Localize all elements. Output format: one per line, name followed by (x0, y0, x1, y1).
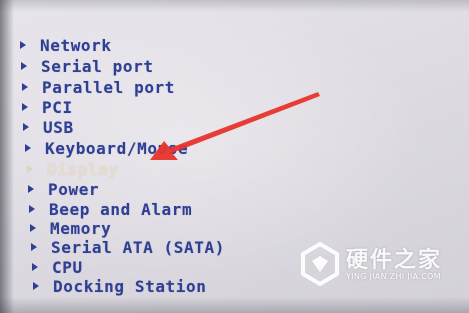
menu-item-network[interactable]: Network (20, 35, 112, 55)
expand-arrow-icon (22, 83, 28, 91)
menu-item-label: Network (40, 35, 112, 55)
expand-arrow-icon (28, 185, 34, 193)
menu-item-keyboard-mouse[interactable]: Keyboard/Mouse (25, 138, 188, 158)
menu-item-label: Power (48, 179, 100, 199)
menu-item-label: Serial ATA (SATA) (51, 237, 225, 257)
expand-arrow-icon (30, 224, 36, 232)
menu-item-usb[interactable]: USB (23, 117, 74, 137)
expand-arrow-icon (23, 123, 29, 131)
expand-arrow-icon (31, 243, 37, 251)
expand-arrow-icon (22, 103, 28, 111)
menu-item-display[interactable]: Display (27, 159, 119, 179)
menu-item-memory[interactable]: Memory (30, 218, 111, 238)
bios-screen: Network Serial port Parallel port PCI US… (0, 0, 469, 313)
expand-arrow-icon (21, 62, 27, 70)
menu-item-label: CPU (52, 257, 83, 277)
expand-arrow-icon (32, 263, 38, 271)
menu-item-label: Keyboard/Mouse (45, 138, 189, 158)
expand-arrow-icon (33, 282, 39, 290)
menu-item-label: USB (43, 117, 74, 137)
expand-arrow-icon (25, 144, 31, 152)
bios-settings-menu: Network Serial port Parallel port PCI US… (0, 0, 469, 313)
expand-arrow-icon (27, 165, 33, 173)
menu-item-cpu[interactable]: CPU (32, 257, 83, 277)
menu-item-beep-and-alarm[interactable]: Beep and Alarm (29, 199, 192, 219)
menu-item-serial-ata[interactable]: Serial ATA (SATA) (31, 237, 225, 257)
menu-item-parallel-port[interactable]: Parallel port (22, 77, 175, 97)
expand-arrow-icon (29, 205, 35, 213)
menu-item-pci[interactable]: PCI (22, 97, 73, 117)
menu-item-serial-port[interactable]: Serial port (21, 56, 154, 76)
menu-item-label: Display (47, 159, 119, 179)
menu-item-label: Memory (50, 218, 112, 238)
expand-arrow-icon (20, 41, 26, 49)
menu-item-label: Parallel port (42, 77, 176, 97)
menu-item-label: Beep and Alarm (49, 199, 193, 219)
menu-item-label: Serial port (41, 56, 154, 76)
menu-item-label: PCI (42, 97, 73, 117)
menu-item-docking-station[interactable]: Docking Station (33, 276, 207, 296)
menu-item-power[interactable]: Power (28, 179, 99, 199)
menu-item-label: Docking Station (53, 276, 207, 296)
